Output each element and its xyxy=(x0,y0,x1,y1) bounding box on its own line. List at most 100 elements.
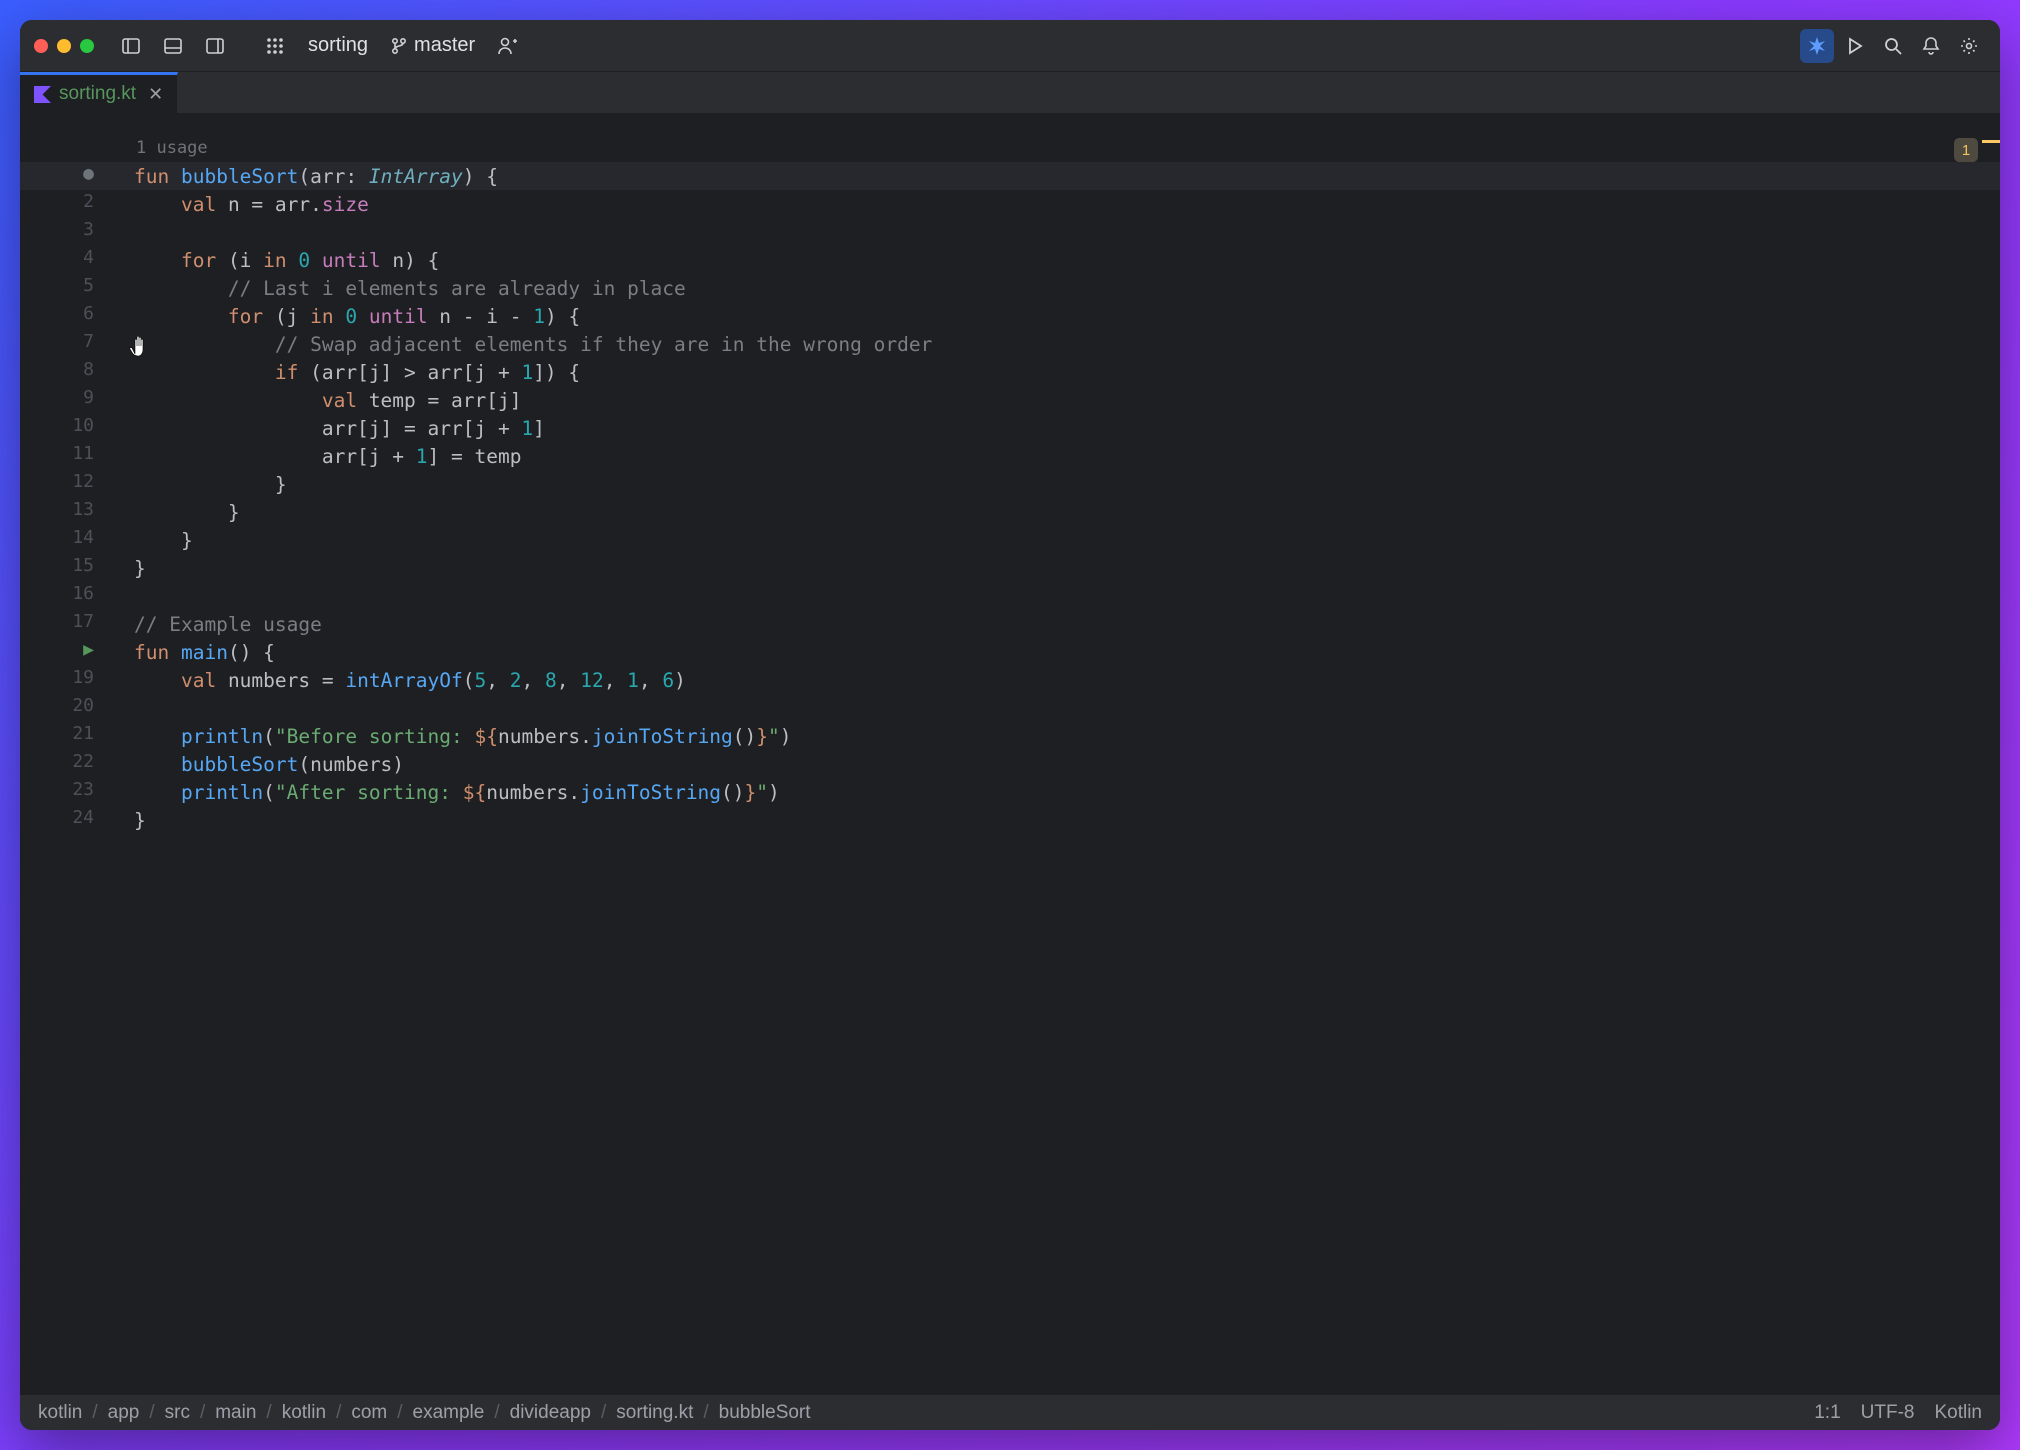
breadcrumb-item[interactable]: example xyxy=(413,1402,485,1424)
code-line[interactable] xyxy=(134,218,2000,246)
gutter-line[interactable]: 2 xyxy=(20,188,110,216)
code-line[interactable]: bubbleSort(numbers) xyxy=(134,750,2000,778)
breadcrumbs[interactable]: kotlin/app/src/main/kotlin/com/example/d… xyxy=(38,1402,1804,1424)
gutter-line[interactable]: ● xyxy=(20,160,110,188)
breadcrumb-item[interactable]: src xyxy=(165,1402,190,1424)
code-editor[interactable]: ●234567891011121314151617▶192021222324 1… xyxy=(20,114,2000,1394)
window-controls xyxy=(34,39,94,53)
branch-icon xyxy=(390,37,408,55)
kotlin-file-icon xyxy=(34,86,51,103)
code-line[interactable]: fun bubbleSort(arr: IntArray) { xyxy=(20,162,2000,190)
breadcrumb-item[interactable]: kotlin xyxy=(282,1402,326,1424)
gutter-line[interactable]: 19 xyxy=(20,664,110,692)
gutter-line[interactable]: 10 xyxy=(20,412,110,440)
breadcrumb-separator: / xyxy=(494,1402,499,1424)
usage-hint[interactable]: 1 usage xyxy=(136,138,2000,158)
code-line[interactable]: if (arr[j] > arr[j + 1]) { xyxy=(134,358,2000,386)
breadcrumb-separator: / xyxy=(601,1402,606,1424)
minimize-window[interactable] xyxy=(57,39,71,53)
code-line[interactable]: } xyxy=(134,806,2000,834)
code-line[interactable]: println("Before sorting: ${numbers.joinT… xyxy=(134,722,2000,750)
gutter-line[interactable]: 5 xyxy=(20,272,110,300)
project-name[interactable]: sorting xyxy=(308,34,368,57)
code-line[interactable]: for (i in 0 until n) { xyxy=(134,246,2000,274)
cursor-position[interactable]: 1:1 xyxy=(1814,1402,1840,1424)
code-line[interactable]: val numbers = intArrayOf(5, 2, 8, 12, 1,… xyxy=(134,666,2000,694)
code-area[interactable]: 1 usage fun bubbleSort(arr: IntArray) { … xyxy=(110,114,2000,834)
code-line[interactable]: arr[j + 1] = temp xyxy=(134,442,2000,470)
gutter-line[interactable]: ▶ xyxy=(20,636,110,664)
code-line[interactable]: fun main() { xyxy=(134,638,2000,666)
gutter-line[interactable]: 13 xyxy=(20,496,110,524)
close-tab-icon[interactable]: ✕ xyxy=(148,84,163,105)
breadcrumb-item[interactable]: com xyxy=(351,1402,387,1424)
ai-assist-icon[interactable] xyxy=(1800,29,1834,63)
code-line[interactable]: arr[j] = arr[j + 1] xyxy=(134,414,2000,442)
vcs-branch[interactable]: master xyxy=(390,34,475,57)
breadcrumb-separator: / xyxy=(92,1402,97,1424)
code-line[interactable]: } xyxy=(134,470,2000,498)
status-bar: kotlin/app/src/main/kotlin/com/example/d… xyxy=(20,1394,2000,1430)
tab-sorting-kt[interactable]: sorting.kt ✕ xyxy=(20,72,178,113)
code-line[interactable] xyxy=(134,582,2000,610)
gutter-line[interactable]: 4 xyxy=(20,244,110,272)
ide-window: sorting master xyxy=(20,20,2000,1430)
gutter-line[interactable]: 17 xyxy=(20,608,110,636)
breadcrumb-item[interactable]: app xyxy=(108,1402,140,1424)
branch-name: master xyxy=(414,34,475,57)
search-icon[interactable] xyxy=(1876,29,1910,63)
code-line[interactable] xyxy=(134,694,2000,722)
gutter-line[interactable]: 20 xyxy=(20,692,110,720)
gutter[interactable]: ●234567891011121314151617▶192021222324 xyxy=(20,114,110,1394)
settings-icon[interactable] xyxy=(1952,29,1986,63)
code-line[interactable]: for (j in 0 until n - i - 1) { xyxy=(134,302,2000,330)
gutter-line[interactable]: 21 xyxy=(20,720,110,748)
breadcrumb-item[interactable]: sorting.kt xyxy=(616,1402,693,1424)
file-encoding[interactable]: UTF-8 xyxy=(1861,1402,1915,1424)
panel-left-icon[interactable] xyxy=(114,29,148,63)
gutter-line[interactable]: 22 xyxy=(20,748,110,776)
breadcrumb-item[interactable]: divideapp xyxy=(510,1402,591,1424)
code-line[interactable]: } xyxy=(134,554,2000,582)
panel-bottom-icon[interactable] xyxy=(156,29,190,63)
code-line[interactable]: val n = arr.size xyxy=(134,190,2000,218)
gutter-line[interactable]: 23 xyxy=(20,776,110,804)
code-line[interactable]: } xyxy=(134,498,2000,526)
gutter-line[interactable]: 7 xyxy=(20,328,110,356)
more-apps-icon[interactable] xyxy=(258,29,292,63)
gutter-line[interactable]: 14 xyxy=(20,524,110,552)
code-line[interactable]: println("After sorting: ${numbers.joinTo… xyxy=(134,778,2000,806)
code-line[interactable]: // Last i elements are already in place xyxy=(134,274,2000,302)
code-line[interactable]: val temp = arr[j] xyxy=(134,386,2000,414)
gutter-line[interactable]: 8 xyxy=(20,356,110,384)
gutter-line[interactable]: 12 xyxy=(20,468,110,496)
code-line[interactable]: // Example usage xyxy=(134,610,2000,638)
breadcrumb-item[interactable]: kotlin xyxy=(38,1402,82,1424)
breadcrumb-separator: / xyxy=(703,1402,708,1424)
code-line[interactable]: // Swap adjacent elements if they are in… xyxy=(134,330,2000,358)
zoom-window[interactable] xyxy=(80,39,94,53)
gutter-line[interactable]: 11 xyxy=(20,440,110,468)
problems-badge[interactable]: 1 xyxy=(1954,138,1978,162)
breadcrumb-separator: / xyxy=(149,1402,154,1424)
close-window[interactable] xyxy=(34,39,48,53)
gutter-line[interactable]: 9 xyxy=(20,384,110,412)
breadcrumb-separator: / xyxy=(397,1402,402,1424)
file-language[interactable]: Kotlin xyxy=(1934,1402,1982,1424)
gutter-line[interactable]: 6 xyxy=(20,300,110,328)
gutter-line[interactable]: 15 xyxy=(20,552,110,580)
notifications-icon[interactable] xyxy=(1914,29,1948,63)
gutter-line[interactable]: 16 xyxy=(20,580,110,608)
run-icon[interactable] xyxy=(1838,29,1872,63)
titlebar: sorting master xyxy=(20,20,2000,72)
code-line[interactable]: } xyxy=(134,526,2000,554)
gutter-line[interactable]: 24 xyxy=(20,804,110,832)
gutter-line[interactable]: 3 xyxy=(20,216,110,244)
add-user-icon[interactable] xyxy=(491,29,525,63)
tabbar: sorting.kt ✕ xyxy=(20,72,2000,114)
scroll-marker xyxy=(1982,140,2000,143)
breadcrumb-item[interactable]: main xyxy=(215,1402,256,1424)
tab-filename: sorting.kt xyxy=(59,83,136,105)
panel-right-icon[interactable] xyxy=(198,29,232,63)
breadcrumb-item[interactable]: bubbleSort xyxy=(719,1402,811,1424)
